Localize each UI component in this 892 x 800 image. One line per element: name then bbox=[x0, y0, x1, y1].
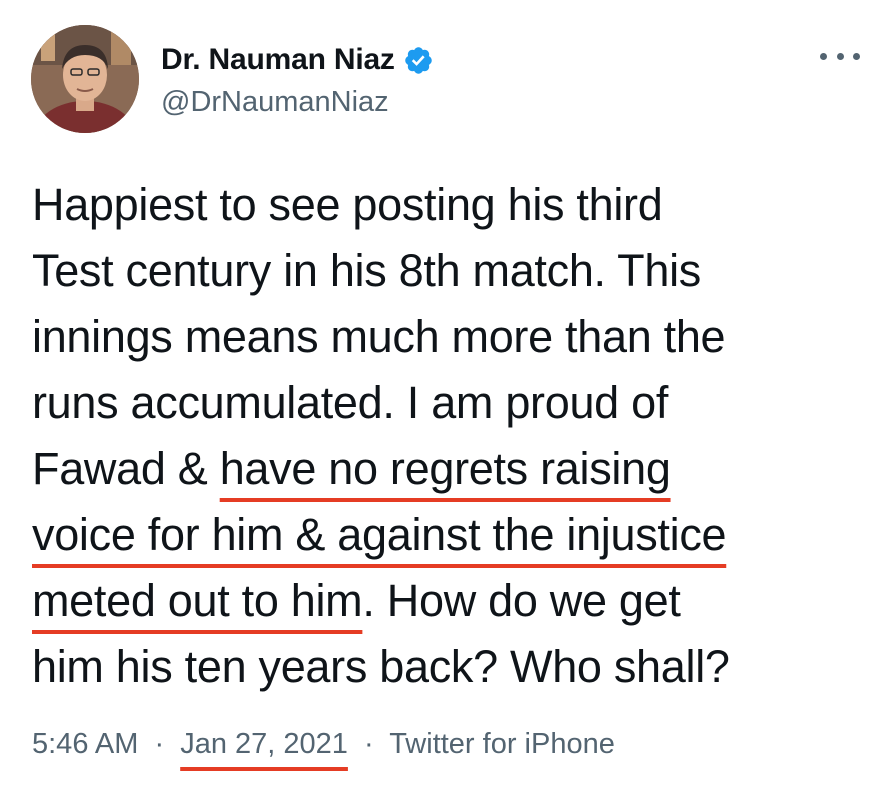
tweet-time[interactable]: 5:46 AM bbox=[32, 728, 138, 760]
tweet-text: Happiest to see posting his third Test c… bbox=[32, 172, 872, 700]
tweet-text-segment: Fawad & bbox=[32, 443, 220, 494]
underlined-annotation: voice for him & against the injustice bbox=[32, 509, 727, 560]
tweet-line: voice for him & against the injustice bbox=[32, 502, 872, 568]
avatar[interactable] bbox=[31, 25, 139, 133]
author-name-row: Dr. Nauman Niaz bbox=[161, 40, 434, 80]
verified-badge-icon bbox=[404, 46, 432, 74]
meta-separator: · bbox=[363, 728, 374, 760]
underlined-annotation: have no regrets raising bbox=[219, 443, 671, 494]
tweet-line: runs accumulated. I am proud of bbox=[32, 377, 669, 428]
tweet-meta: 5:46 AM · Jan 27, 2021 · Twitter for iPh… bbox=[32, 728, 615, 761]
tweet-text-segment: . How do we get bbox=[362, 575, 681, 626]
tweet-line: Fawad & have no regrets raising bbox=[32, 436, 872, 502]
more-dot bbox=[836, 52, 844, 60]
tweet-line: him his ten years back? Who shall? bbox=[32, 641, 730, 692]
more-dot bbox=[853, 52, 860, 60]
underlined-annotation: meted out to him bbox=[32, 575, 363, 626]
tweet-card: Dr. Nauman Niaz @DrNaumanNiaz Happiest t… bbox=[0, 0, 892, 800]
meta-separator: · bbox=[154, 728, 165, 760]
tweet-source[interactable]: Twitter for iPhone bbox=[389, 728, 615, 760]
author-display-name[interactable]: Dr. Nauman Niaz bbox=[161, 43, 395, 77]
tweet-line: innings means much more than the bbox=[32, 311, 726, 362]
more-horizontal-icon[interactable] bbox=[820, 44, 860, 68]
tweet-line: Test century in his 8th match. This bbox=[32, 245, 701, 296]
more-dot bbox=[820, 52, 827, 60]
profile-photo-icon bbox=[31, 25, 139, 133]
tweet-line: Happiest to see posting his third bbox=[32, 179, 663, 230]
tweet-date[interactable]: Jan 27, 2021 bbox=[180, 728, 348, 760]
author-handle[interactable]: @DrNaumanNiaz bbox=[161, 86, 389, 119]
tweet-line: meted out to him. How do we get bbox=[32, 568, 872, 634]
